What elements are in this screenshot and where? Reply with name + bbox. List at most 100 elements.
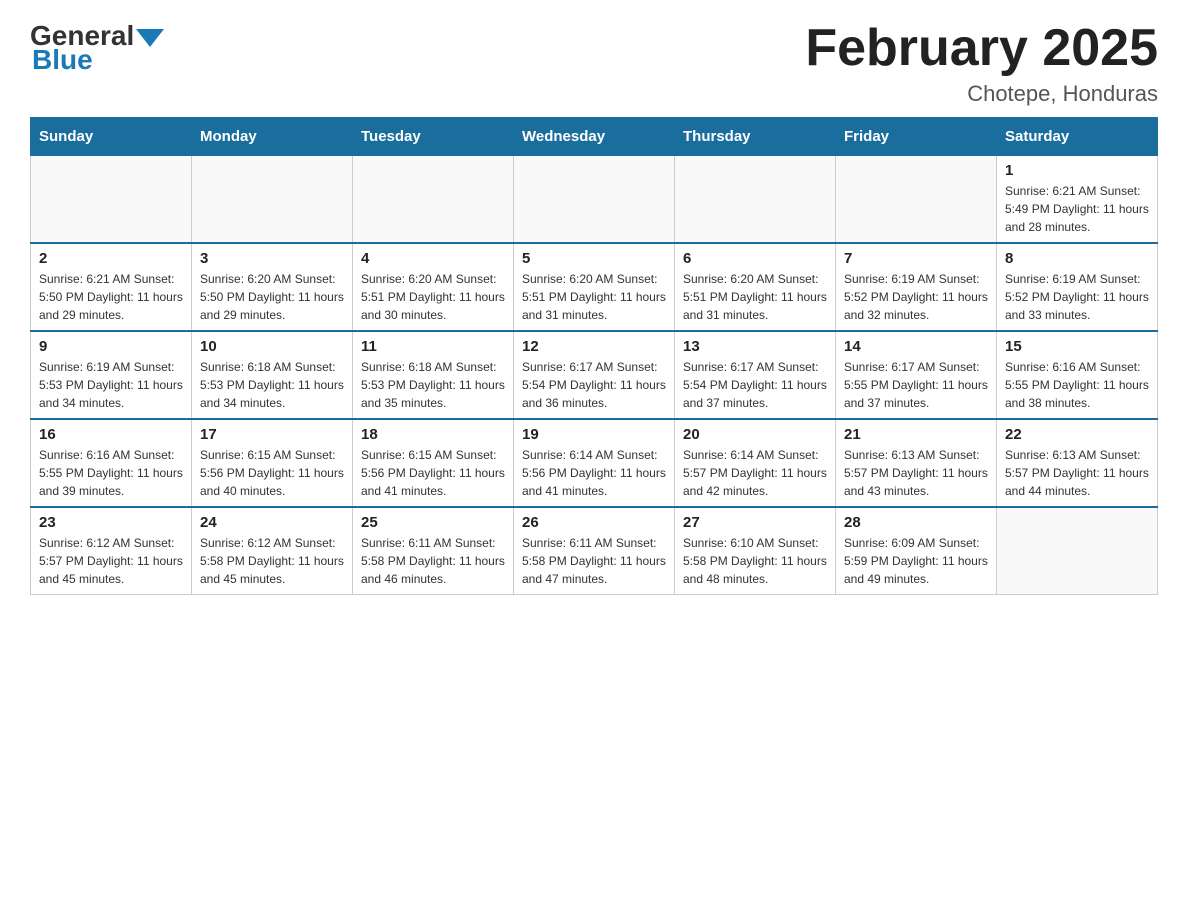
day-number: 12 (522, 338, 666, 355)
day-number: 19 (522, 426, 666, 443)
day-number: 22 (1005, 426, 1149, 443)
calendar-cell: 9 Sunrise: 6:19 AM Sunset: 5:53 PM Daylig… (31, 331, 192, 419)
calendar-cell: 24Sunrise: 6:12 AM Sunset: 5:58 PM Dayli… (192, 507, 353, 595)
calendar-subtitle: Chotepe, Honduras (805, 81, 1158, 107)
day-number: 15 (1005, 338, 1149, 355)
day-number: 26 (522, 514, 666, 531)
day-number: 5 (522, 250, 666, 267)
day-info: Sunrise: 6:16 AM Sunset: 5:55 PM Dayligh… (39, 446, 183, 500)
day-info: Sunrise: 6:15 AM Sunset: 5:56 PM Dayligh… (361, 446, 505, 500)
calendar-cell: 18 Sunrise: 6:15 AM Sunset: 5:56 PM Dayli… (353, 419, 514, 507)
day-info: Sunrise: 6:19 AM Sunset: 5:52 PM Dayligh… (1005, 270, 1149, 324)
calendar-cell: 14 Sunrise: 6:17 AM Sunset: 5:55 PM Dayli… (836, 331, 997, 419)
day-number: 3 (200, 250, 344, 267)
calendar-cell (31, 156, 192, 244)
calendar-cell: 4 Sunrise: 6:20 AM Sunset: 5:51 PM Daylig… (353, 243, 514, 331)
day-info: Sunrise: 6:21 AM Sunset: 5:49 PM Dayligh… (1005, 182, 1149, 236)
calendar-cell: 19 Sunrise: 6:14 AM Sunset: 5:56 PM Dayli… (514, 419, 675, 507)
calendar-cell: 13 Sunrise: 6:17 AM Sunset: 5:54 PM Dayli… (675, 331, 836, 419)
day-info: Sunrise: 6:13 AM Sunset: 5:57 PM Dayligh… (844, 446, 988, 500)
day-info: Sunrise: 6:17 AM Sunset: 5:55 PM Dayligh… (844, 358, 988, 412)
day-info: Sunrise: 6:15 AM Sunset: 5:56 PM Dayligh… (200, 446, 344, 500)
day-of-week-sunday: Sunday (31, 118, 192, 156)
calendar-cell (192, 156, 353, 244)
day-number: 20 (683, 426, 827, 443)
logo: General Blue (30, 20, 164, 76)
calendar-table: SundayMondayTuesdayWednesdayThursdayFrid… (30, 117, 1158, 595)
day-info: Sunrise: 6:20 AM Sunset: 5:51 PM Dayligh… (361, 270, 505, 324)
day-number: 13 (683, 338, 827, 355)
calendar-cell: 27Sunrise: 6:10 AM Sunset: 5:58 PM Dayli… (675, 507, 836, 595)
calendar-week-1: 1 Sunrise: 6:21 AM Sunset: 5:49 PM Daylig… (31, 156, 1158, 244)
day-info: Sunrise: 6:17 AM Sunset: 5:54 PM Dayligh… (522, 358, 666, 412)
day-info: Sunrise: 6:11 AM Sunset: 5:58 PM Dayligh… (522, 534, 666, 588)
calendar-cell: 6 Sunrise: 6:20 AM Sunset: 5:51 PM Daylig… (675, 243, 836, 331)
calendar-cell: 16 Sunrise: 6:16 AM Sunset: 5:55 PM Dayli… (31, 419, 192, 507)
calendar-cell (514, 156, 675, 244)
calendar-cell: 10 Sunrise: 6:18 AM Sunset: 5:53 PM Dayli… (192, 331, 353, 419)
day-info: Sunrise: 6:18 AM Sunset: 5:53 PM Dayligh… (361, 358, 505, 412)
page-header: General Blue February 2025 Chotepe, Hond… (30, 20, 1158, 107)
calendar-week-4: 16 Sunrise: 6:16 AM Sunset: 5:55 PM Dayli… (31, 419, 1158, 507)
day-info: Sunrise: 6:20 AM Sunset: 5:51 PM Dayligh… (683, 270, 827, 324)
calendar-cell: 26 Sunrise: 6:11 AM Sunset: 5:58 PM Dayli… (514, 507, 675, 595)
calendar-week-2: 2 Sunrise: 6:21 AM Sunset: 5:50 PM Daylig… (31, 243, 1158, 331)
day-info: Sunrise: 6:12 AM Sunset: 5:58 PM Dayligh… (200, 534, 344, 588)
logo-blue-text: Blue (32, 44, 93, 76)
calendar-cell (353, 156, 514, 244)
calendar-cell: 21 Sunrise: 6:13 AM Sunset: 5:57 PM Dayli… (836, 419, 997, 507)
day-number: 10 (200, 338, 344, 355)
calendar-cell: 17 Sunrise: 6:15 AM Sunset: 5:56 PM Dayli… (192, 419, 353, 507)
day-number: 9 (39, 338, 183, 355)
day-number: 6 (683, 250, 827, 267)
day-number: 21 (844, 426, 988, 443)
day-of-week-monday: Monday (192, 118, 353, 156)
day-number: 7 (844, 250, 988, 267)
day-of-week-friday: Friday (836, 118, 997, 156)
day-number: 18 (361, 426, 505, 443)
calendar-title: February 2025 (805, 20, 1158, 77)
day-info: Sunrise: 6:14 AM Sunset: 5:56 PM Dayligh… (522, 446, 666, 500)
calendar-header: SundayMondayTuesdayWednesdayThursdayFrid… (31, 118, 1158, 156)
day-number: 8 (1005, 250, 1149, 267)
day-of-week-saturday: Saturday (997, 118, 1158, 156)
calendar-cell: 2 Sunrise: 6:21 AM Sunset: 5:50 PM Daylig… (31, 243, 192, 331)
day-info: Sunrise: 6:11 AM Sunset: 5:58 PM Dayligh… (361, 534, 505, 588)
day-number: 28 (844, 514, 988, 531)
calendar-week-3: 9 Sunrise: 6:19 AM Sunset: 5:53 PM Daylig… (31, 331, 1158, 419)
calendar-cell (836, 156, 997, 244)
day-info: Sunrise: 6:18 AM Sunset: 5:53 PM Dayligh… (200, 358, 344, 412)
calendar-cell: 28 Sunrise: 6:09 AM Sunset: 5:59 PM Dayli… (836, 507, 997, 595)
day-info: Sunrise: 6:09 AM Sunset: 5:59 PM Dayligh… (844, 534, 988, 588)
calendar-cell (675, 156, 836, 244)
day-info: Sunrise: 6:19 AM Sunset: 5:53 PM Dayligh… (39, 358, 183, 412)
day-info: Sunrise: 6:20 AM Sunset: 5:51 PM Dayligh… (522, 270, 666, 324)
day-info: Sunrise: 6:16 AM Sunset: 5:55 PM Dayligh… (1005, 358, 1149, 412)
calendar-body: 1 Sunrise: 6:21 AM Sunset: 5:49 PM Daylig… (31, 156, 1158, 595)
calendar-week-5: 23 Sunrise: 6:12 AM Sunset: 5:57 PM Dayli… (31, 507, 1158, 595)
day-number: 17 (200, 426, 344, 443)
day-number: 16 (39, 426, 183, 443)
day-number: 4 (361, 250, 505, 267)
day-number: 14 (844, 338, 988, 355)
calendar-cell: 7Sunrise: 6:19 AM Sunset: 5:52 PM Daylig… (836, 243, 997, 331)
day-number: 23 (39, 514, 183, 531)
calendar-cell: 5 Sunrise: 6:20 AM Sunset: 5:51 PM Daylig… (514, 243, 675, 331)
calendar-cell: 11Sunrise: 6:18 AM Sunset: 5:53 PM Dayli… (353, 331, 514, 419)
day-info: Sunrise: 6:21 AM Sunset: 5:50 PM Dayligh… (39, 270, 183, 324)
day-number: 27 (683, 514, 827, 531)
day-info: Sunrise: 6:12 AM Sunset: 5:57 PM Dayligh… (39, 534, 183, 588)
calendar-cell: 25Sunrise: 6:11 AM Sunset: 5:58 PM Dayli… (353, 507, 514, 595)
day-of-week-tuesday: Tuesday (353, 118, 514, 156)
day-info: Sunrise: 6:13 AM Sunset: 5:57 PM Dayligh… (1005, 446, 1149, 500)
day-number: 2 (39, 250, 183, 267)
calendar-cell: 23 Sunrise: 6:12 AM Sunset: 5:57 PM Dayli… (31, 507, 192, 595)
calendar-cell: 15 Sunrise: 6:16 AM Sunset: 5:55 PM Dayli… (997, 331, 1158, 419)
days-of-week-row: SundayMondayTuesdayWednesdayThursdayFrid… (31, 118, 1158, 156)
day-number: 1 (1005, 162, 1149, 179)
day-info: Sunrise: 6:17 AM Sunset: 5:54 PM Dayligh… (683, 358, 827, 412)
calendar-cell: 20 Sunrise: 6:14 AM Sunset: 5:57 PM Dayli… (675, 419, 836, 507)
day-info: Sunrise: 6:14 AM Sunset: 5:57 PM Dayligh… (683, 446, 827, 500)
day-of-week-thursday: Thursday (675, 118, 836, 156)
logo-arrow-icon (136, 29, 164, 47)
